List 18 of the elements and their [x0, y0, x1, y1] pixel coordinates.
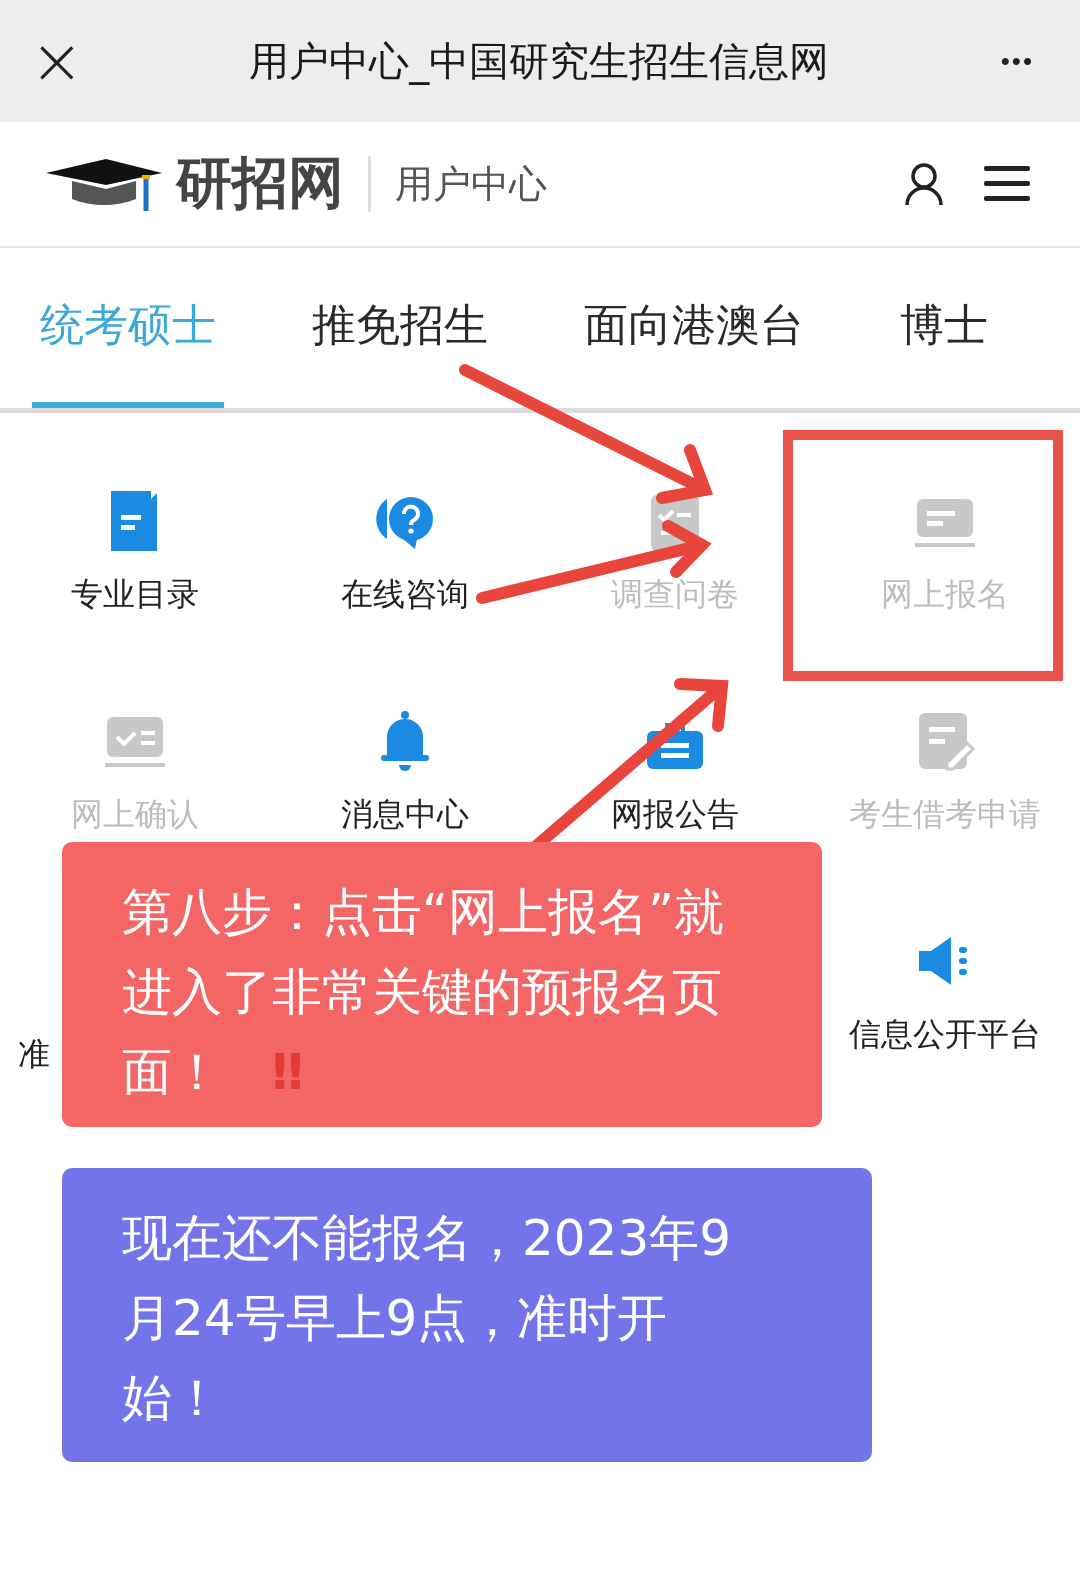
menu-item[interactable]: 消息中心 [341, 709, 469, 837]
site-logo[interactable]: 研招网 [176, 146, 344, 222]
menu-icon[interactable] [984, 166, 1030, 202]
tab[interactable]: 博士 [892, 248, 996, 408]
menu-label: 准 [18, 1034, 50, 1075]
menu-item[interactable]: 网报公告 [611, 709, 739, 837]
menu-item[interactable]: 在线咨询 [341, 489, 469, 617]
annotation-note: 现在还不能报名，2023年9月24号早上9点，准时开始！ [62, 1168, 872, 1462]
window-title: 用户中心_中国研究生招生信息网 [249, 36, 830, 87]
close-button[interactable]: × [30, 29, 84, 93]
user-icon[interactable] [904, 162, 944, 206]
annotation-note: 第八步：点击“网上报名”就进入了非常关键的预报名页面！ ‼ [62, 842, 822, 1127]
menu-item[interactable]: 信息公开平台 [849, 929, 1041, 1057]
more-button[interactable]: ••• [994, 44, 1040, 78]
page-subtitle: 用户中心 [395, 160, 547, 208]
tab[interactable]: 面向港澳台 [576, 248, 812, 408]
tab[interactable]: 推免招生 [304, 248, 496, 408]
menu-item[interactable]: 专业目录 [71, 489, 199, 617]
